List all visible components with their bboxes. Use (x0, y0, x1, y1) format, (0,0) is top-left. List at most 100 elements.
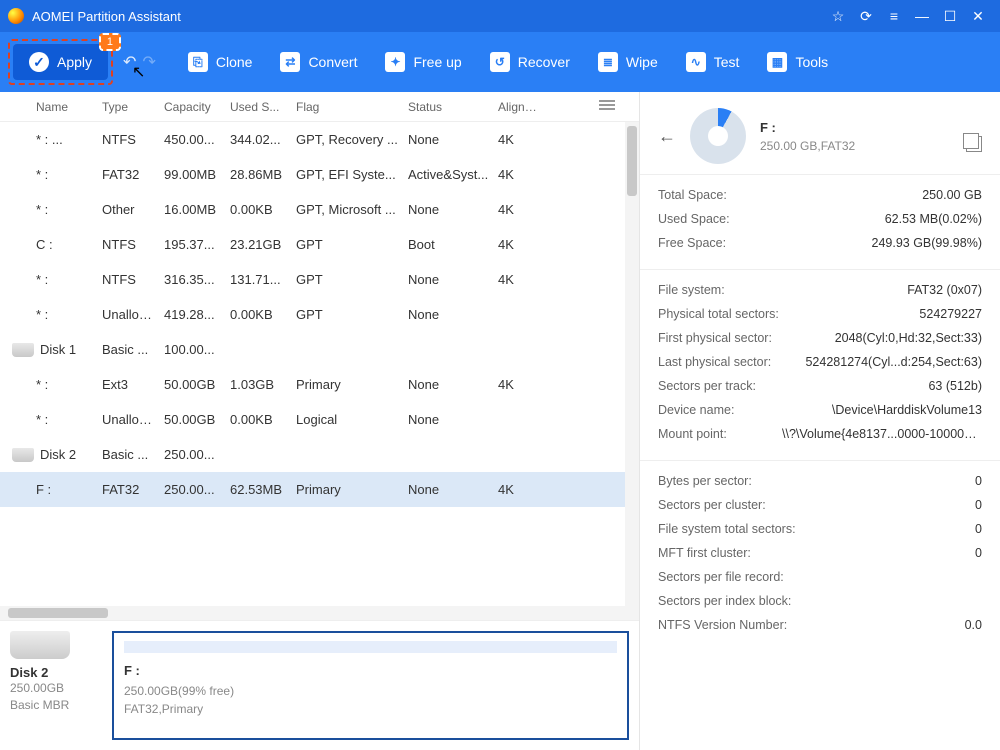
minimize-icon[interactable]: — (908, 8, 936, 24)
detail-key: Sectors per file record: (658, 570, 784, 584)
tool-wipe[interactable]: ≣Wipe (584, 46, 672, 78)
detail-line: Last physical sector:524281274(Cyl...d:2… (658, 350, 982, 374)
detail-drive: F : (760, 120, 855, 135)
tool-test[interactable]: ∿Test (672, 46, 754, 78)
detail-value: FAT32 (0x07) (907, 283, 982, 297)
partition-box[interactable]: F : 250.00GB(99% free) FAT32,Primary (112, 631, 629, 740)
partition-row[interactable]: * :Other16.00MB0.00KBGPT, Microsoft ...N… (0, 192, 639, 227)
detail-line: Used Space:62.53 MB(0.02%) (658, 207, 982, 231)
tools-icon: ▦ (767, 52, 787, 72)
cell-capacity: 450.00... (160, 132, 226, 147)
scrollbar-thumb[interactable] (627, 126, 637, 196)
detail-value: 524279227 (919, 307, 982, 321)
cell-align: 4K (494, 272, 544, 287)
detail-value: 62.53 MB(0.02%) (885, 212, 982, 226)
col-flag[interactable]: Flag (292, 100, 404, 114)
col-align[interactable]: Alignm... (494, 100, 544, 114)
cell-name: Disk 2 (8, 447, 98, 462)
undo-button[interactable]: ↶ (123, 52, 136, 72)
main-toolbar: ✓ Apply 1 ↖ ↶ ↷ ⎘Clone⇄Convert✦Free up↺R… (0, 32, 1000, 92)
cell-capacity: 99.00MB (160, 167, 226, 182)
tool-label: Recover (518, 54, 570, 70)
cell-used: 23.21GB (226, 237, 292, 252)
partition-row[interactable]: * :NTFS316.35...131.71...GPTNone4K (0, 262, 639, 297)
cell-name: * : ... (8, 132, 98, 147)
detail-key: File system total sectors: (658, 522, 796, 536)
cell-type: Other (98, 202, 160, 217)
close-icon[interactable]: ✕ (964, 8, 992, 25)
detail-key: Bytes per sector: (658, 474, 752, 488)
cell-capacity: 100.00... (160, 342, 226, 357)
cell-align: 4K (494, 202, 544, 217)
convert-icon: ⇄ (280, 52, 300, 72)
detail-line: Mount point:\\?\Volume{4e8137...0000-100… (658, 422, 982, 446)
cell-align: 4K (494, 482, 544, 497)
partition-row[interactable]: * :Unalloc...419.28...0.00KBGPTNone (0, 297, 639, 332)
cell-used: 0.00KB (226, 202, 292, 217)
partition-row[interactable]: * :Unalloc...50.00GB0.00KBLogicalNone (0, 402, 639, 437)
tool-label: Convert (308, 54, 357, 70)
detail-value: 249.93 GB(99.98%) (872, 236, 983, 250)
cell-status: None (404, 307, 494, 322)
detail-line: File system total sectors:0 (658, 517, 982, 541)
cell-status: Active&Syst... (404, 167, 494, 182)
partition-row[interactable]: * :FAT3299.00MB28.86MBGPT, EFI Syste...A… (0, 157, 639, 192)
cell-type: FAT32 (98, 167, 160, 182)
partition-row[interactable]: F :FAT32250.00...62.53MBPrimaryNone4K (0, 472, 639, 507)
cell-capacity: 50.00GB (160, 412, 226, 427)
partition-row[interactable]: * :Ext350.00GB1.03GBPrimaryNone4K (0, 367, 639, 402)
cell-used: 0.00KB (226, 307, 292, 322)
cell-capacity: 195.37... (160, 237, 226, 252)
redo-button[interactable]: ↷ (142, 52, 155, 72)
maximize-icon[interactable]: ☐ (936, 8, 964, 25)
cell-name: * : (8, 167, 98, 182)
menu-icon[interactable]: ≡ (880, 8, 908, 24)
cell-flag: Logical (292, 412, 404, 427)
col-name[interactable]: Name (8, 100, 98, 114)
partition-line2: FAT32,Primary (124, 700, 617, 718)
cell-flag: GPT, Recovery ... (292, 132, 404, 147)
disk-row[interactable]: Disk 1Basic ...100.00... (0, 332, 639, 367)
refresh-icon[interactable]: ⟳ (852, 8, 880, 25)
disk-row[interactable]: Disk 2Basic ...250.00... (0, 437, 639, 472)
apply-label: Apply (57, 54, 92, 70)
tool-tools[interactable]: ▦Tools (753, 46, 842, 78)
cell-type: Unalloc... (98, 412, 160, 427)
disk-icon (12, 343, 34, 357)
hscroll-thumb[interactable] (8, 608, 108, 618)
pending-badge: 1 (99, 33, 121, 51)
back-button[interactable]: ← (658, 126, 676, 147)
check-icon: ✓ (29, 52, 49, 72)
cell-type: NTFS (98, 237, 160, 252)
partition-row[interactable]: * : ...NTFS450.00...344.02...GPT, Recove… (0, 122, 639, 157)
vertical-scrollbar[interactable] (625, 122, 639, 606)
cell-status: None (404, 482, 494, 497)
columns-menu-icon[interactable] (599, 98, 615, 110)
tool-free-up[interactable]: ✦Free up (371, 46, 475, 78)
cell-align: 4K (494, 132, 544, 147)
copy-icon[interactable] (966, 136, 982, 152)
cell-name: * : (8, 272, 98, 287)
partition-row[interactable]: C :NTFS195.37...23.21GBGPTBoot4K (0, 227, 639, 262)
detail-key: First physical sector: (658, 331, 772, 345)
disk-name: Disk 2 (10, 665, 100, 680)
detail-line: Sectors per file record: (658, 565, 982, 589)
tool-convert[interactable]: ⇄ Convert (266, 46, 371, 78)
tool-recover[interactable]: ↺Recover (476, 46, 584, 78)
cell-type: NTFS (98, 132, 160, 147)
cell-capacity: 16.00MB (160, 202, 226, 217)
table-header: Name Type Capacity Used S... Flag Status… (0, 92, 639, 122)
tool-label: Free up (413, 54, 461, 70)
cell-flag: Primary (292, 482, 404, 497)
apply-button[interactable]: ✓ Apply (13, 44, 108, 80)
star-icon[interactable]: ☆ (824, 8, 852, 25)
cell-name: F : (8, 482, 98, 497)
col-used[interactable]: Used S... (226, 100, 292, 114)
col-status[interactable]: Status (404, 100, 494, 114)
col-type[interactable]: Type (98, 100, 160, 114)
cell-used: 62.53MB (226, 482, 292, 497)
col-capacity[interactable]: Capacity (160, 100, 226, 114)
horizontal-scrollbar[interactable] (0, 606, 639, 620)
usage-pie-icon (690, 108, 746, 164)
tool-clone[interactable]: ⎘Clone (174, 46, 267, 78)
